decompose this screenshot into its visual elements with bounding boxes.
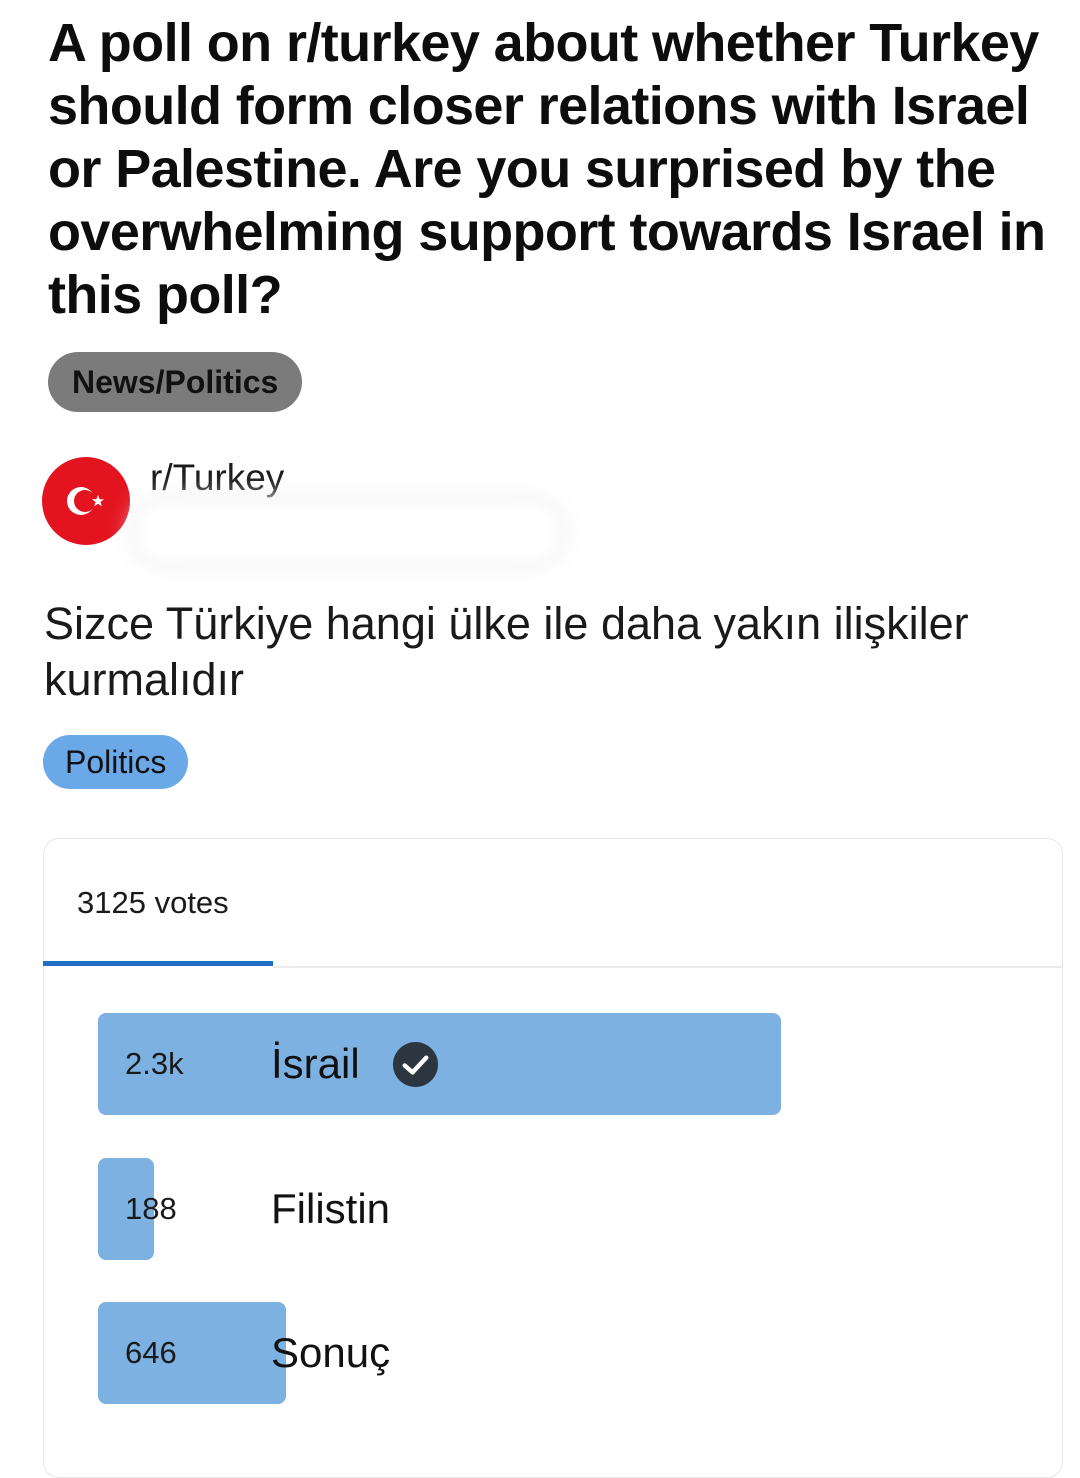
tab-votes[interactable]: 3125 votes <box>43 839 273 967</box>
poll-option-label: Sonuç <box>271 1329 391 1376</box>
post-title: A poll on r/turkey about whether Turkey … <box>48 13 1046 325</box>
poll-question: Sizce Türkiye hangi ülke ile daha yakın … <box>44 598 969 705</box>
poll-option-count: 2.3k <box>125 1046 184 1081</box>
subreddit-name[interactable]: r/Turkey <box>150 457 284 499</box>
poll-option-count: 646 <box>125 1335 177 1370</box>
poll-option-bar <box>98 1013 781 1115</box>
poll-card: 3125 votes 2.3k İsrail 188 Filistin 646 … <box>43 838 1063 1478</box>
subreddit-header[interactable]: r/Turkey <box>42 455 742 565</box>
poll-option-label: Filistin <box>271 1185 391 1232</box>
poll-option-count: 188 <box>125 1191 177 1226</box>
poll-option-israil[interactable]: 2.3k İsrail <box>98 1013 798 1115</box>
active-tab-indicator <box>43 961 273 966</box>
poll-option-label: İsrail <box>271 1040 360 1087</box>
check-circle-icon <box>392 1041 439 1088</box>
poll-option-filistin[interactable]: 188 Filistin <box>98 1158 798 1260</box>
poll-option-sonuc[interactable]: 646 Sonuç <box>98 1302 798 1404</box>
tab-divider <box>273 966 1062 968</box>
subreddit-avatar[interactable] <box>42 457 130 545</box>
post-flair-badge[interactable]: News/Politics <box>48 352 303 412</box>
vote-total-label: 3125 votes <box>77 885 229 920</box>
turkish-flag-icon <box>67 487 104 515</box>
redacted-post-meta <box>138 503 558 561</box>
poll-flair-badge[interactable]: Politics <box>43 735 189 789</box>
